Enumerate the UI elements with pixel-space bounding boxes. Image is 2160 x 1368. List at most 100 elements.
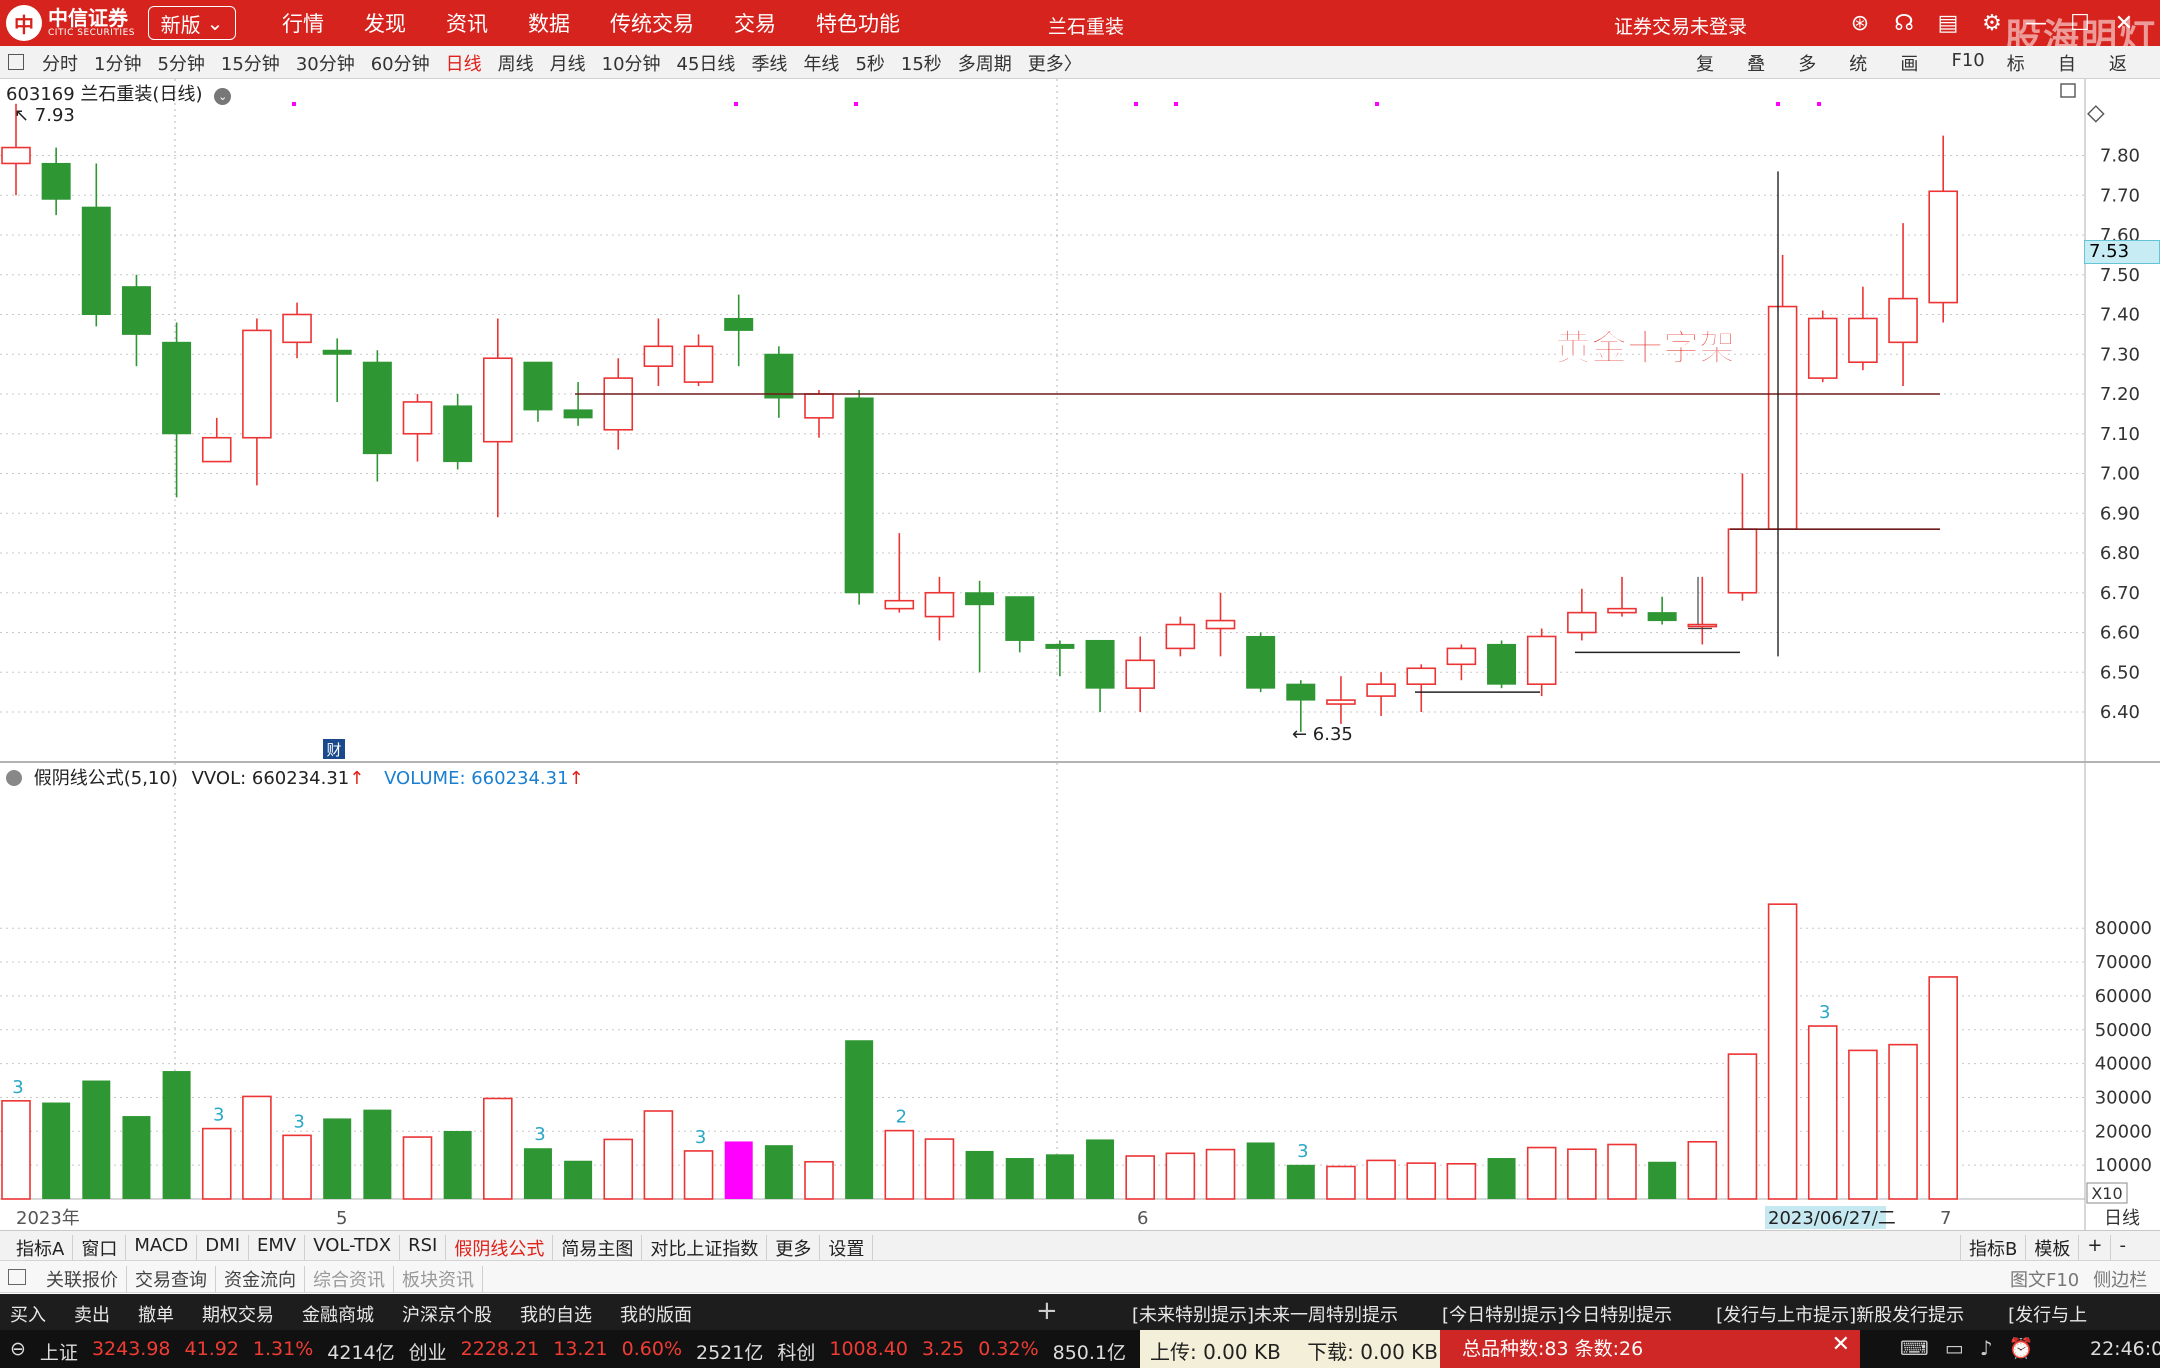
news-banner[interactable]: 总品种数:83 条数:26 ✕ [1440,1330,1860,1368]
period-tab-14[interactable]: 15秒 [901,50,942,76]
time-axis-period: 日线 [2104,1208,2140,1229]
indicator-tab-9[interactable]: 对比上证指数 [642,1235,768,1261]
menu-discover[interactable]: 发现 [364,8,406,38]
index-ticker[interactable]: ⊖ 上证 3243.98 41.92 1.31% 4214亿 创业 2228.2… [10,1338,1140,1365]
signal-dot [1817,102,1821,106]
menu-market[interactable]: 行情 [282,8,324,38]
volume-bar-up [884,1129,915,1200]
trade-button-6[interactable]: 我的自选 [520,1301,592,1327]
period-tab-10[interactable]: 45日线 [677,50,736,76]
menu-classic-trade[interactable]: 传统交易 [610,8,694,38]
version-button[interactable]: 新版 ⌄ [148,6,236,40]
indicator-right-1[interactable]: 模板 [2025,1235,2078,1261]
indicator-tab-1[interactable]: 窗口 [73,1235,127,1261]
candle-body-up [643,345,674,367]
period-tab-2[interactable]: 5分钟 [157,50,204,76]
indicator-tab-10[interactable]: 更多 [767,1235,821,1261]
trade-button-0[interactable]: 买入 [10,1301,46,1327]
monitor-icon[interactable]: ▭ [1945,1336,1964,1360]
indicator-tab-11[interactable]: 设置 [820,1235,874,1261]
period-tab-16[interactable]: 更多〉 [1028,50,1082,76]
indicator-tab-0[interactable]: 指标A [8,1235,74,1261]
info-right-1[interactable]: 侧边栏 [2093,1266,2147,1292]
period-tab-6[interactable]: 日线 [446,50,482,76]
info-tab-0[interactable]: 关联报价 [38,1266,127,1292]
info-tab-4[interactable]: 板块资讯 [394,1266,483,1292]
info-tab-1[interactable]: 交易查询 [127,1266,216,1292]
kline-chart[interactable]: 6.40 6.50 6.60 6.70 6.80 6.90 7.00 7.10 7.20 7.30… [0,79,2160,1230]
volume-bar-down [1487,1158,1516,1199]
add-icon[interactable]: + [1036,1296,1058,1326]
news-item-0[interactable]: [未来特别提示]未来一周特别提示 [1132,1301,1398,1327]
notes-icon[interactable]: ▤ [1933,8,1963,38]
trade-button-1[interactable]: 卖出 [74,1301,110,1327]
price-tick-label: 6.70 [2100,583,2140,604]
indicator-tab-4[interactable]: EMV [249,1235,306,1261]
indicator-tab-8[interactable]: 简易主图 [553,1235,643,1261]
news-item-1[interactable]: [今日特别提示]今日特别提示 [1442,1301,1672,1327]
indicator-tab-2[interactable]: MACD [126,1235,198,1261]
volume-label: VOLUME: 660234.31 [384,768,569,789]
trade-button-3[interactable]: 期权交易 [202,1301,274,1327]
indicator-tab-7[interactable]: 假阴线公式 [446,1235,554,1261]
indicator-tab-5[interactable]: VOL-TDX [305,1235,401,1261]
cy-change: 13.21 [553,1338,608,1360]
indicator-right-2[interactable]: + [2078,1235,2110,1261]
collapse-icon[interactable] [6,770,22,786]
robot-icon[interactable]: ⊛ [1845,8,1875,38]
menu-data[interactable]: 数据 [528,8,570,38]
panel-toggle-icon[interactable] [8,54,24,70]
period-tab-1[interactable]: 1分钟 [94,50,141,76]
period-tab-3[interactable]: 15分钟 [221,50,280,76]
cy-amount: 2521亿 [696,1342,764,1364]
info-right-0[interactable]: 图文F10 [2010,1266,2079,1292]
volume-bar-up [1848,1049,1878,1200]
candle-body-down [1246,635,1276,689]
trade-button-2[interactable]: 撤单 [138,1301,174,1327]
close-icon[interactable]: ✕ [1832,1332,1850,1357]
news-item-3[interactable]: [发行与上 [2008,1301,2087,1327]
alarm-icon[interactable]: ⏰ [2009,1336,2034,1360]
candle-body-up [1526,635,1557,685]
info-tab-2[interactable]: 资金流向 [216,1266,305,1292]
volume-tick-label: 40000 [2095,1054,2152,1075]
period-tab-8[interactable]: 月线 [550,50,586,76]
period-tab-4[interactable]: 30分钟 [296,50,355,76]
candle-body-up [603,377,634,431]
info-tab-3[interactable]: 综合资讯 [305,1266,394,1292]
trade-button-5[interactable]: 沪深京个股 [402,1301,492,1327]
indicator-tab-3[interactable]: DMI [197,1235,249,1261]
panel-icon[interactable] [8,1269,26,1285]
headset-icon[interactable]: ☊ [1889,8,1919,38]
login-status[interactable]: 证券交易未登录 [1614,12,1747,39]
news-item-2[interactable]: [发行与上市提示]新股发行提示 [1716,1301,1964,1327]
volume-bar-up [1,1100,31,1200]
candle-body-up [1727,528,1758,594]
candle-body-up [201,436,232,463]
keyboard-icon[interactable]: ⌨ [1900,1336,1929,1360]
trade-button-4[interactable]: 金融商城 [302,1301,374,1327]
candle-body-down [1647,612,1677,622]
period-tab-9[interactable]: 10分钟 [602,50,661,76]
period-tab-12[interactable]: 年线 [803,50,839,76]
period-tab-15[interactable]: 多周期 [958,50,1012,76]
menu-news[interactable]: 资讯 [446,8,488,38]
time-axis-month: 6 [1137,1208,1148,1229]
signal-dot [1375,102,1379,106]
dropdown-circle-icon[interactable]: ⌄ [214,88,232,105]
period-tab-11[interactable]: 季线 [751,50,787,76]
period-tab-7[interactable]: 周线 [498,50,534,76]
trade-button-7[interactable]: 我的版面 [620,1301,692,1327]
menu-features[interactable]: 特色功能 [816,8,900,38]
indicator-tab-6[interactable]: RSI [400,1235,447,1261]
volume-bar-up [1125,1155,1155,1200]
menu-trade[interactable]: 交易 [734,8,776,38]
candle-body-down [724,317,754,331]
indicator-right-3[interactable]: - [2110,1235,2134,1261]
period-tab-5[interactable]: 60分钟 [371,50,430,76]
indicator-right-0[interactable]: 指标B [1960,1235,2025,1261]
gear-icon[interactable]: ⚙ [1977,8,2007,38]
period-tab-0[interactable]: 分时 [42,50,78,76]
mute-icon[interactable]: ♪ [1980,1336,1993,1360]
period-tab-13[interactable]: 5秒 [855,50,884,76]
